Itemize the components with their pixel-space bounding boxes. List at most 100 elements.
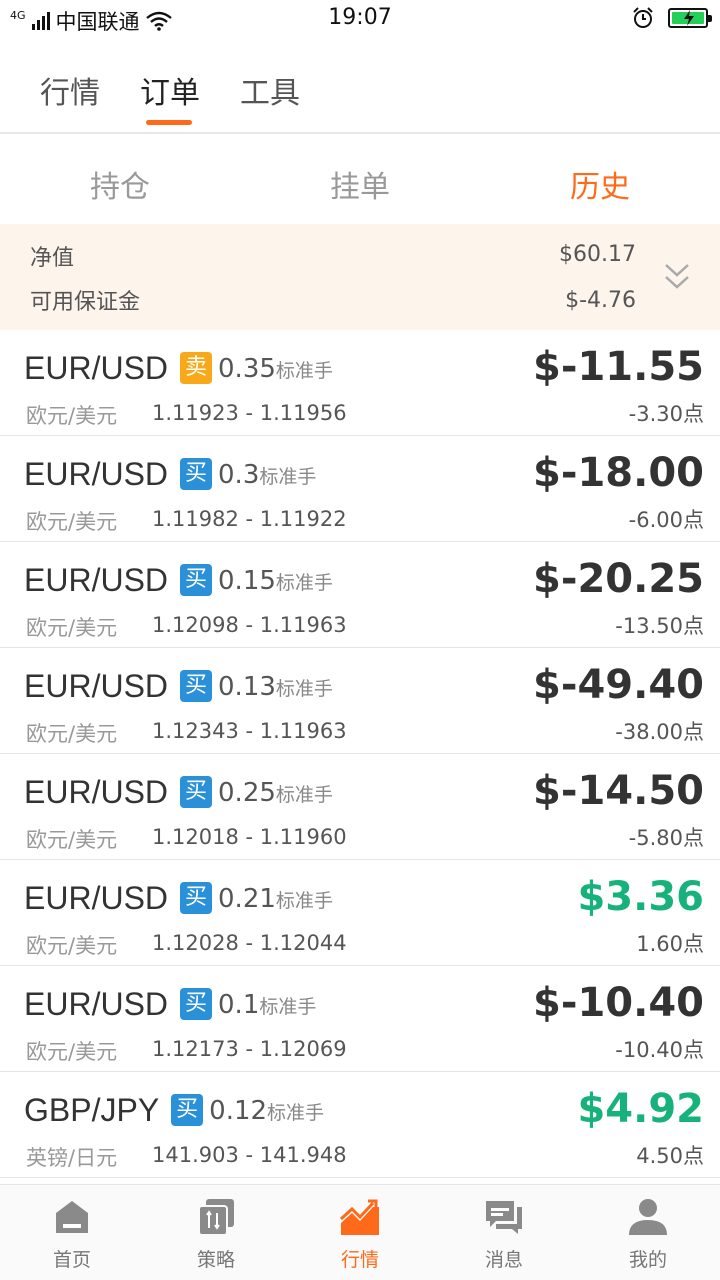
side-badge: 买 (180, 670, 213, 702)
top-tab-bar: 行情 订单 工具 (0, 38, 720, 134)
side-badge: 买 (180, 564, 213, 596)
profit-points: -38.00点 (615, 720, 704, 744)
profit-amount: $-11.55 (533, 344, 704, 390)
profit-points: -13.50点 (615, 614, 704, 638)
profit-amount: $-10.40 (533, 980, 704, 1026)
profit-amount: $4.92 (577, 1086, 704, 1132)
side-badge: 买 (171, 1094, 204, 1126)
currency-pair: GBP/JPY (24, 1092, 160, 1128)
order-row[interactable]: EUR/USD 买 0.3标准手 欧元/美元 1.11982 - 1.11922… (0, 436, 720, 542)
side-badge: 买 (180, 776, 213, 808)
tab-market[interactable]: 行情 (40, 68, 100, 112)
order-row[interactable]: EUR/USD 买 0.25标准手 欧元/美元 1.12018 - 1.1196… (0, 754, 720, 860)
order-row[interactable]: GBP/JPY 买 0.12标准手 英镑/日元 141.903 - 141.94… (0, 1072, 720, 1178)
open-close-prices: 141.903 - 141.948 (152, 1143, 347, 1167)
subtab-pending[interactable]: 挂单 (240, 162, 480, 206)
pair-chinese-name: 欧元/美元 (26, 828, 118, 852)
lot-unit: 标准手 (267, 1102, 325, 1124)
bottom-nav: 首页 策略 行情 消息 我的 (0, 1184, 720, 1280)
lot-unit: 标准手 (275, 572, 333, 594)
profit-points: 1.60点 (636, 932, 704, 956)
margin-label: 可用保证金 (30, 290, 141, 315)
lot-unit: 标准手 (275, 784, 333, 806)
currency-pair: EUR/USD (24, 562, 169, 598)
side-badge: 卖 (180, 352, 213, 384)
pair-chinese-name: 欧元/美元 (26, 510, 118, 534)
profit-points: 4.50点 (636, 1144, 704, 1168)
pair-chinese-name: 欧元/美元 (26, 1040, 118, 1064)
order-row[interactable]: EUR/USD 买 0.21标准手 欧元/美元 1.12028 - 1.1204… (0, 860, 720, 966)
profit-amount: $-49.40 (533, 662, 704, 708)
lot-size: 0.1标准手 (218, 990, 316, 1020)
open-close-prices: 1.12028 - 1.12044 (152, 931, 347, 955)
order-history-list: EUR/USD 卖 0.35标准手 欧元/美元 1.11923 - 1.1195… (0, 330, 720, 1178)
nav-market-label: 行情 (340, 1249, 379, 1271)
clock: 19:07 (328, 5, 392, 30)
lot-value: 0.21 (218, 884, 276, 914)
pair-chinese-name: 欧元/美元 (26, 616, 118, 640)
profit-amount: $-14.50 (533, 768, 704, 814)
lot-size: 0.21标准手 (218, 884, 333, 914)
lot-size: 0.25标准手 (218, 778, 333, 808)
profit-amount: $-18.00 (533, 450, 704, 496)
subtab-history[interactable]: 历史 (480, 162, 720, 206)
currency-pair: EUR/USD (24, 986, 169, 1022)
lot-unit: 标准手 (275, 360, 333, 382)
lot-unit: 标准手 (275, 890, 333, 912)
lot-size: 0.15标准手 (218, 566, 333, 596)
net-value: $60.17 (559, 242, 636, 267)
pair-chinese-name: 英镑/日元 (26, 1146, 118, 1170)
nav-profile[interactable]: 我的 (576, 1185, 720, 1280)
side-badge: 买 (180, 458, 213, 490)
open-close-prices: 1.12173 - 1.12069 (152, 1037, 347, 1061)
margin-value: $-4.76 (565, 288, 636, 313)
home-icon (56, 1201, 88, 1233)
net-value-label: 净值 (30, 246, 75, 271)
account-summary[interactable]: 净值 $60.17 可用保证金 $-4.76 (0, 224, 720, 330)
lot-value: 0.15 (218, 566, 276, 596)
nav-messages[interactable]: 消息 (432, 1185, 576, 1280)
profile-icon (629, 1199, 667, 1235)
order-row[interactable]: EUR/USD 买 0.13标准手 欧元/美元 1.12343 - 1.1196… (0, 648, 720, 754)
lot-size: 0.3标准手 (218, 460, 316, 490)
alarm-icon (633, 7, 653, 28)
lot-value: 0.3 (218, 460, 260, 490)
open-close-prices: 1.12018 - 1.11960 (152, 825, 347, 849)
profit-amount: $-20.25 (533, 556, 704, 602)
subtab-positions[interactable]: 持仓 (0, 162, 240, 206)
side-badge: 买 (180, 882, 213, 914)
open-close-prices: 1.12098 - 1.11963 (152, 613, 347, 637)
nav-strategy[interactable]: 策略 (144, 1185, 288, 1280)
tab-orders[interactable]: 订单 (140, 68, 200, 112)
lot-value: 0.12 (209, 1096, 268, 1126)
message-icon (486, 1201, 522, 1234)
status-bar: 4G 中国联通 19:07 (0, 0, 720, 38)
active-tab-indicator (146, 120, 192, 125)
nav-home[interactable]: 首页 (0, 1185, 144, 1280)
lot-unit: 标准手 (259, 996, 317, 1018)
order-row[interactable]: EUR/USD 买 0.15标准手 欧元/美元 1.12098 - 1.1196… (0, 542, 720, 648)
profit-points: -6.00点 (628, 508, 704, 532)
pair-chinese-name: 欧元/美元 (26, 404, 118, 428)
lot-value: 0.25 (218, 778, 276, 808)
nav-messages-label: 消息 (484, 1249, 523, 1271)
lot-value: 0.35 (218, 354, 276, 384)
nav-market[interactable]: 行情 (288, 1185, 432, 1280)
profit-points: -10.40点 (615, 1038, 704, 1062)
status-right (632, 7, 712, 29)
expand-chevron-icon[interactable] (664, 262, 690, 292)
order-row[interactable]: EUR/USD 卖 0.35标准手 欧元/美元 1.11923 - 1.1195… (0, 330, 720, 436)
strategy-icon (198, 1199, 234, 1236)
profit-points: -3.30点 (628, 402, 704, 426)
pair-chinese-name: 欧元/美元 (26, 934, 118, 958)
tab-tools[interactable]: 工具 (240, 68, 300, 112)
side-badge: 买 (180, 988, 213, 1020)
lot-unit: 标准手 (275, 678, 333, 700)
open-close-prices: 1.12343 - 1.11963 (152, 719, 347, 743)
profit-amount: $3.36 (577, 874, 704, 920)
open-close-prices: 1.11923 - 1.11956 (152, 401, 347, 425)
order-row[interactable]: EUR/USD 买 0.1标准手 欧元/美元 1.12173 - 1.12069… (0, 966, 720, 1072)
open-close-prices: 1.11982 - 1.11922 (152, 507, 347, 531)
lot-unit: 标准手 (259, 466, 317, 488)
currency-pair: EUR/USD (24, 880, 169, 916)
